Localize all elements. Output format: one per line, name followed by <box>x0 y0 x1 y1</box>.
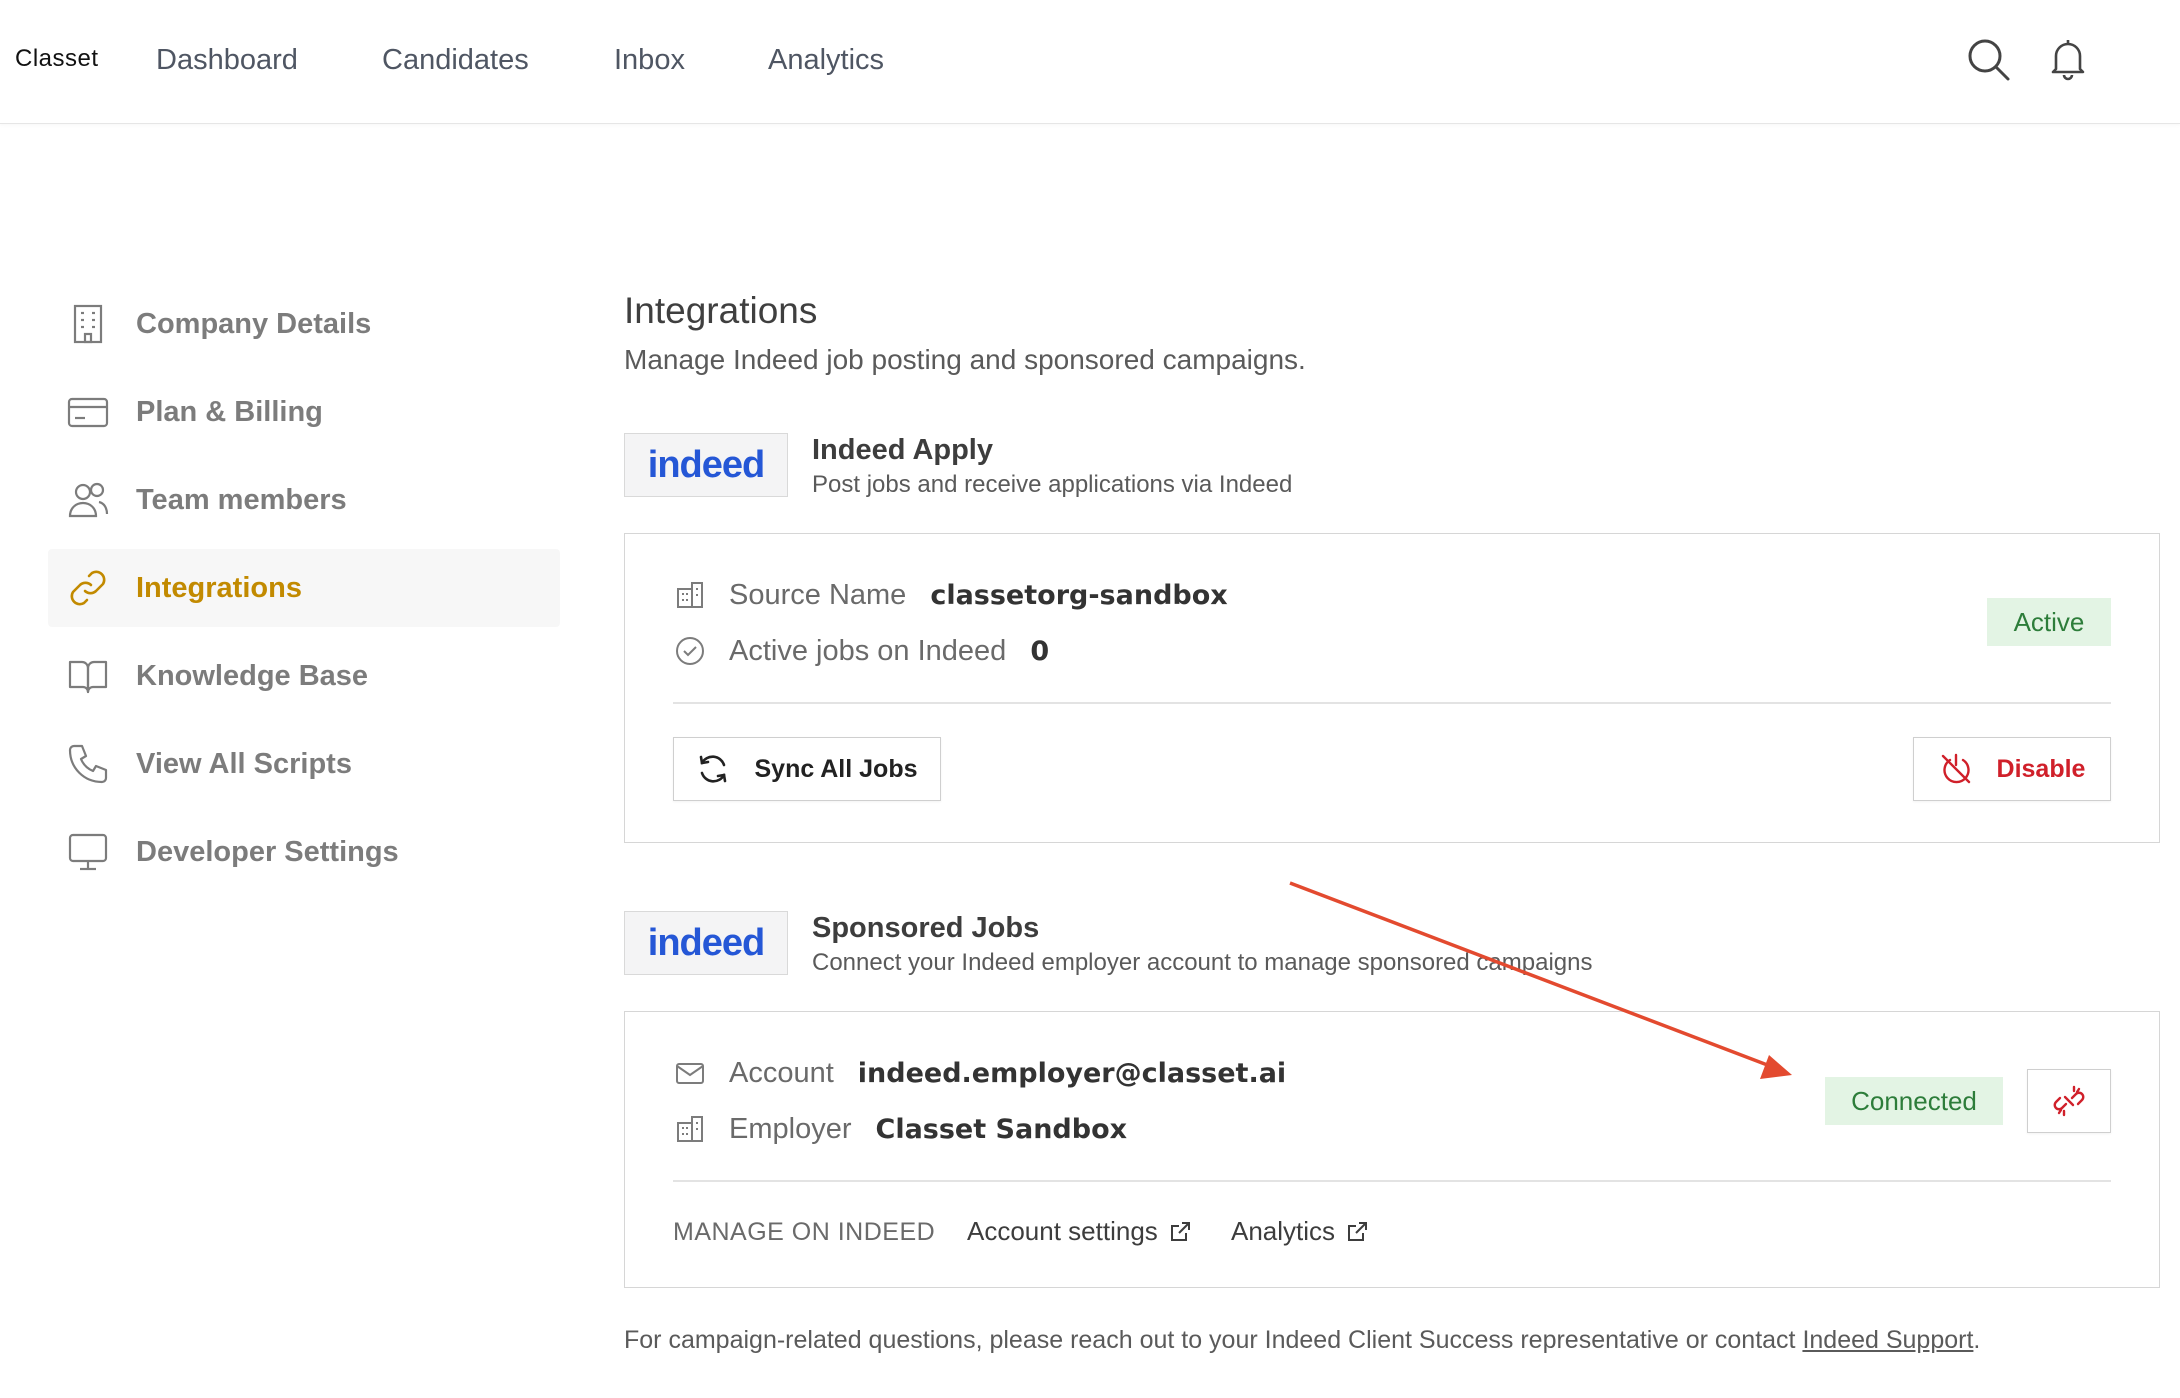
bell-icon[interactable] <box>2044 35 2092 83</box>
sponsored-jobs-title: Sponsored Jobs <box>812 912 1040 944</box>
indeed-apply-title: Indeed Apply <box>812 434 993 466</box>
status-badge: Connected <box>1825 1077 2003 1125</box>
sync-all-jobs-button[interactable]: Sync All Jobs <box>673 737 941 801</box>
status-badge: Active <box>1987 598 2111 646</box>
indeed-support-link[interactable]: Indeed Support <box>1802 1326 1973 1354</box>
indeed-apply-card: Source Name classetorg-sandbox Active jo… <box>624 533 2160 843</box>
check-circle-icon <box>673 634 707 668</box>
users-icon <box>64 476 112 524</box>
building-icon <box>673 1112 707 1146</box>
indeed-logo: indeed <box>624 433 788 497</box>
account-settings-label: Account settings <box>967 1216 1158 1246</box>
sidebar-item-label: Knowledge Base <box>136 659 369 692</box>
external-link-icon <box>1348 1221 1368 1241</box>
footer-text: For campaign-related questions, please r… <box>624 1326 1803 1354</box>
top-bar: Classet Dashboard Candidates Inbox Analy… <box>0 0 2180 124</box>
active-jobs-row: Active jobs on Indeed 0 <box>673 634 1049 668</box>
disconnect-button[interactable] <box>2027 1069 2111 1133</box>
sidebar-item-label: Plan & Billing <box>136 395 323 428</box>
indeed-logo-text: indeed <box>647 921 765 964</box>
indeed-apply-subtitle: Post jobs and receive applications via I… <box>812 471 1293 498</box>
manage-on-indeed-label: MANAGE ON INDEED <box>673 1218 936 1246</box>
analytics-link-label: Analytics <box>1231 1216 1336 1246</box>
sidebar-item-label: Integrations <box>136 571 302 604</box>
sidebar-item-integrations[interactable]: Integrations <box>48 549 560 627</box>
employer-label: Employer <box>729 1112 852 1145</box>
account-label: Account <box>729 1056 834 1089</box>
footer-note: For campaign-related questions, please r… <box>624 1326 1980 1355</box>
source-name-value: classetorg-sandbox <box>930 579 1228 611</box>
source-name-label: Source Name <box>729 578 907 611</box>
sync-all-jobs-label: Sync All Jobs <box>754 754 918 783</box>
analytics-link[interactable]: Analytics <box>1231 1216 1369 1247</box>
divider <box>673 1180 2111 1182</box>
account-row: Account indeed.employer@classet.ai <box>673 1056 1286 1090</box>
sidebar-item-knowledge-base[interactable]: Knowledge Base <box>48 637 560 715</box>
nav-dashboard[interactable]: Dashboard <box>156 44 298 77</box>
footer-end: . <box>1973 1326 1981 1354</box>
sidebar-item-team-members[interactable]: Team members <box>48 461 560 539</box>
sponsored-jobs-card: Account indeed.employer@classet.ai Emplo… <box>624 1011 2160 1288</box>
indeed-logo: indeed <box>624 911 788 975</box>
employer-row: Employer Classet Sandbox <box>673 1112 1127 1146</box>
nav-candidates[interactable]: Candidates <box>382 44 529 77</box>
disable-button[interactable]: Disable <box>1913 737 2111 801</box>
book-icon <box>64 652 112 700</box>
refresh-icon <box>700 755 727 783</box>
active-jobs-label: Active jobs on Indeed <box>729 634 1007 667</box>
disable-label: Disable <box>1996 754 2086 783</box>
divider <box>673 702 2111 704</box>
link-icon <box>64 564 112 612</box>
power-off-icon <box>1941 753 1970 784</box>
phone-icon <box>64 740 112 788</box>
sidebar-item-label: View All Scripts <box>136 747 352 780</box>
account-value: indeed.employer@classet.ai <box>857 1057 1287 1089</box>
search-icon[interactable] <box>1964 35 2012 83</box>
sidebar-item-company-details[interactable]: Company Details <box>48 285 560 363</box>
page-subtitle: Manage Indeed job posting and sponsored … <box>624 344 1306 375</box>
building-icon <box>673 578 707 612</box>
monitor-icon <box>64 828 112 876</box>
mail-icon <box>673 1056 707 1090</box>
unlink-icon <box>2053 1085 2085 1117</box>
building-icon <box>64 300 112 348</box>
employer-value: Classet Sandbox <box>875 1113 1128 1145</box>
sidebar-item-label: Company Details <box>136 307 372 340</box>
page-title: Integrations <box>624 290 818 331</box>
sponsored-jobs-subtitle: Connect your Indeed employer account to … <box>812 949 1593 976</box>
brand-logo[interactable]: Classet <box>15 45 99 73</box>
source-name-row: Source Name classetorg-sandbox <box>673 578 1228 612</box>
nav-inbox[interactable]: Inbox <box>614 44 685 77</box>
sidebar-item-label: Team members <box>136 483 347 516</box>
active-jobs-value: 0 <box>1030 635 1050 667</box>
sidebar-item-plan-billing[interactable]: Plan & Billing <box>48 373 560 451</box>
account-settings-link[interactable]: Account settings <box>967 1216 1192 1247</box>
indeed-logo-text: indeed <box>647 443 765 486</box>
external-link-icon <box>1170 1221 1190 1241</box>
credit-card-icon <box>64 388 112 436</box>
sidebar-item-label: Developer Settings <box>136 835 399 868</box>
nav-analytics[interactable]: Analytics <box>768 44 884 77</box>
sidebar-item-developer-settings[interactable]: Developer Settings <box>48 813 560 891</box>
sidebar-item-view-all-scripts[interactable]: View All Scripts <box>48 725 560 803</box>
